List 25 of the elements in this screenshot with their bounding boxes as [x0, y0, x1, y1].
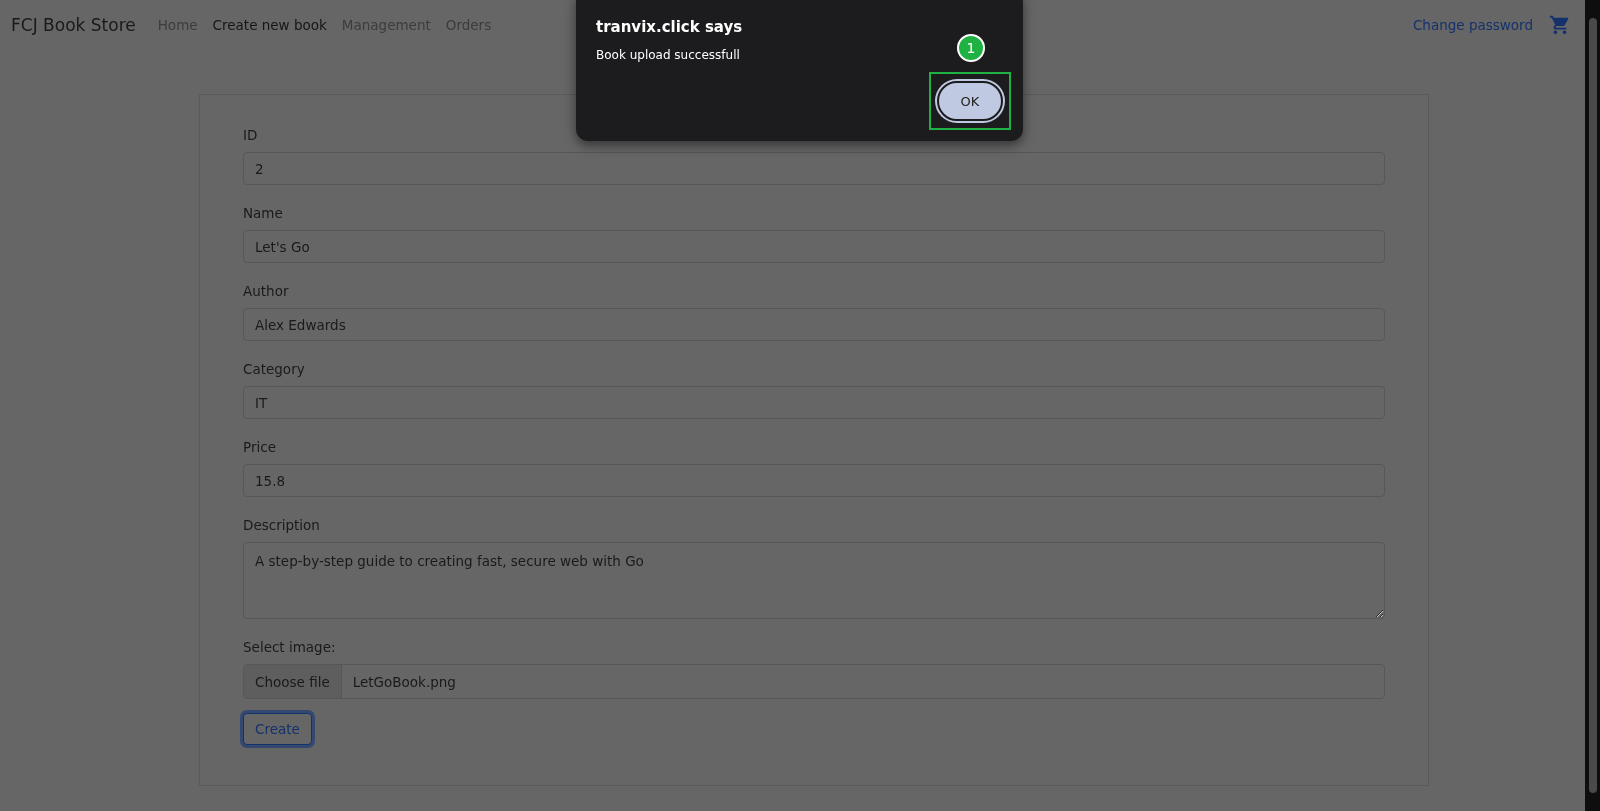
step-badge: 1 — [957, 34, 985, 62]
change-password-link[interactable]: Change password — [1412, 17, 1533, 33]
cart-icon[interactable] — [1549, 14, 1571, 36]
scrollbar[interactable] — [1585, 0, 1600, 811]
input-field[interactable]: Alex Edwards — [243, 308, 1385, 341]
dialog-title: tranvix.click says — [596, 18, 744, 36]
field-label: Name — [243, 205, 284, 221]
create-button[interactable]: Create — [243, 713, 312, 745]
field-label: Description — [243, 517, 321, 533]
ok-button[interactable]: OK — [937, 81, 1003, 121]
choose-file-button[interactable]: Choose file — [244, 665, 342, 698]
field-label: Author — [243, 283, 290, 299]
input-field[interactable]: 15.8 — [243, 464, 1385, 497]
file-name: LetGoBook.png — [351, 673, 456, 690]
field-label: Select image: — [243, 639, 337, 655]
field-label: Price — [243, 439, 277, 455]
input-field[interactable]: Let's Go — [243, 230, 1385, 263]
input-field[interactable]: IT — [243, 386, 1385, 419]
field-label: Category — [243, 361, 306, 377]
field-label: ID — [243, 127, 259, 143]
brand-title[interactable]: FCJ Book Store — [11, 15, 136, 35]
nav-link[interactable]: Create new book — [212, 17, 327, 33]
description-field[interactable]: A step-by-step guide to creating fast, secure web with Go — [243, 542, 1385, 619]
file-input[interactable]: Choose file LetGoBook.png — [243, 664, 1385, 699]
input-field[interactable]: 2 — [243, 152, 1385, 185]
